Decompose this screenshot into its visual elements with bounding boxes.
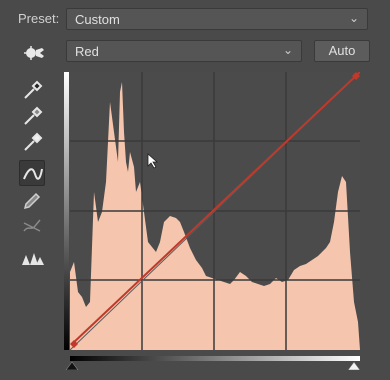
targeted-adjustment-hand-icon[interactable] <box>22 44 48 62</box>
eyedropper-black-icon[interactable] <box>19 78 45 104</box>
curves-graph-svg[interactable] <box>64 71 361 371</box>
preset-value: Custom <box>75 12 120 27</box>
eyedropper-gray-icon[interactable] <box>19 104 45 130</box>
channel-dropdown[interactable]: Red ⌄ <box>66 40 302 62</box>
output-gradient-bar <box>64 72 69 350</box>
channel-value: Red <box>75 44 99 59</box>
clipping-warning-icon[interactable] <box>19 248 45 274</box>
auto-button[interactable]: Auto <box>314 40 370 62</box>
chevron-down-icon: ⌄ <box>282 43 293 57</box>
eyedropper-white-icon[interactable] <box>19 130 45 156</box>
white-input-slider[interactable] <box>347 361 361 371</box>
preset-label: Preset: <box>18 11 60 26</box>
input-gradient-bar <box>70 356 360 361</box>
curves-graph[interactable] <box>64 71 361 371</box>
preset-dropdown[interactable]: Custom ⌄ <box>66 8 368 30</box>
smooth-icon <box>19 214 45 240</box>
chevron-down-icon: ⌄ <box>348 11 359 25</box>
black-input-slider[interactable] <box>65 361 79 371</box>
curve-point-icon[interactable] <box>19 160 45 186</box>
pencil-icon[interactable] <box>19 188 45 214</box>
